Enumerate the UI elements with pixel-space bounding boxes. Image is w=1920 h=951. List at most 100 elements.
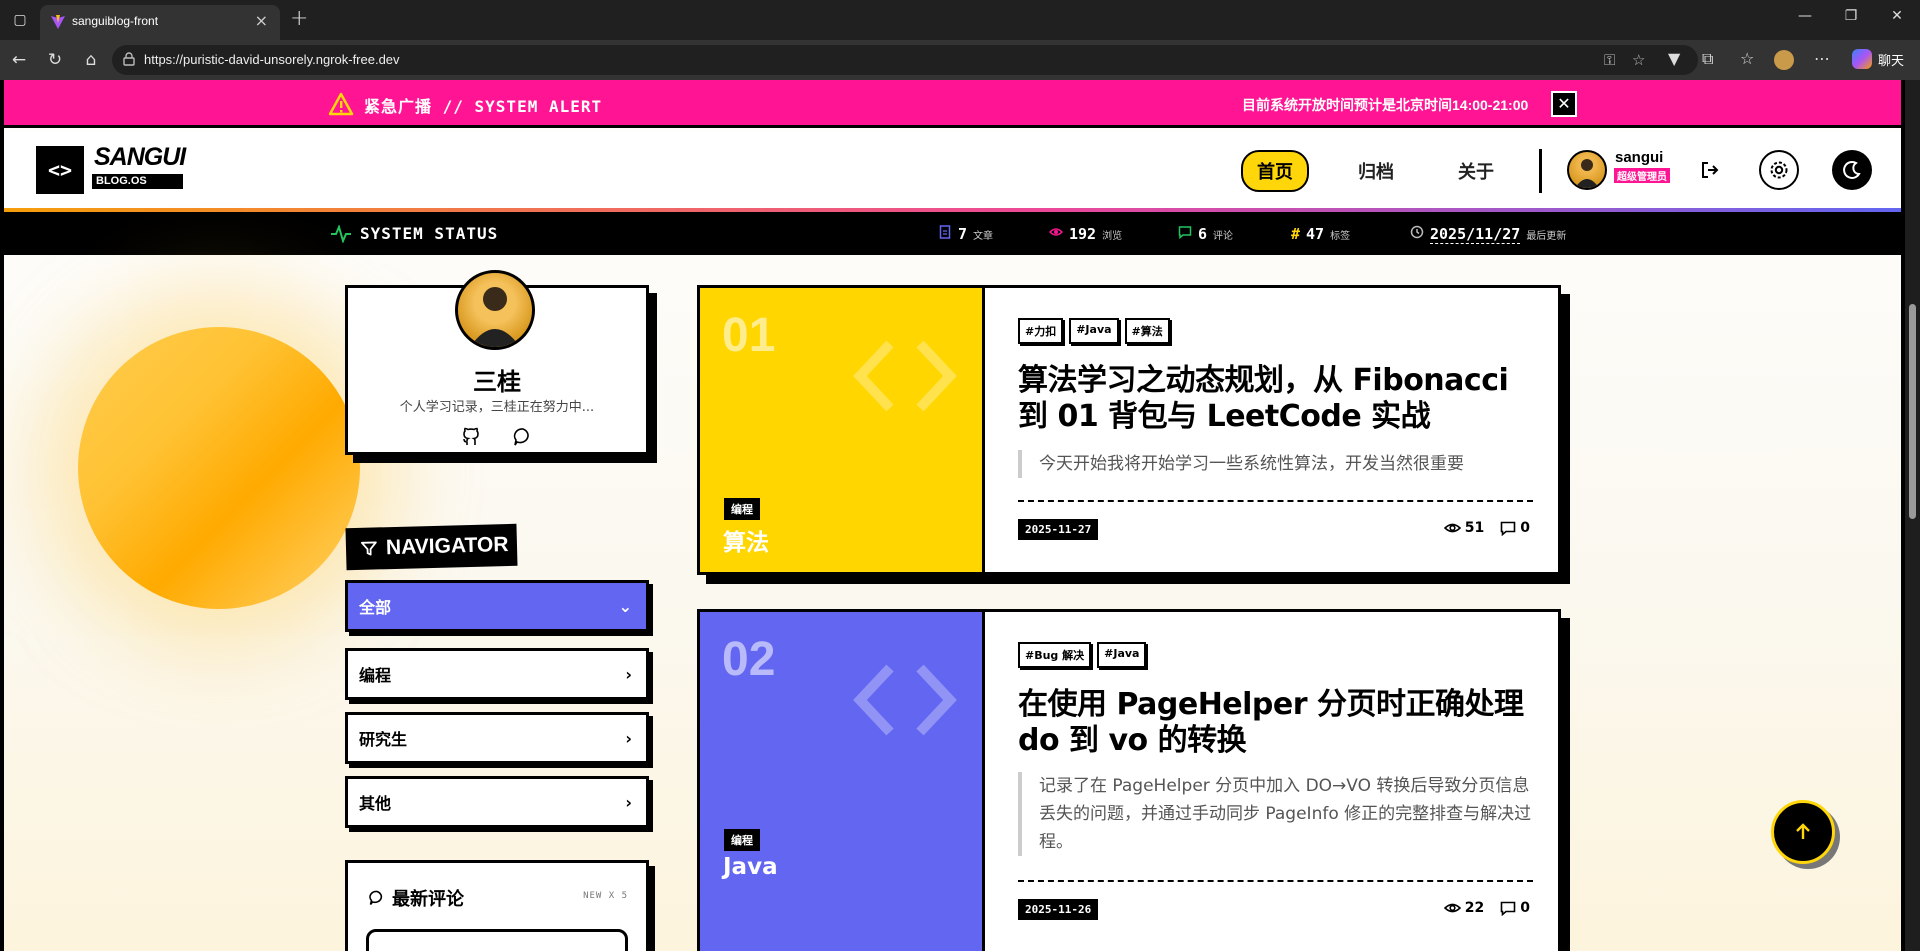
copilot-icon <box>1852 49 1872 69</box>
category-graduate[interactable]: 研究生 › <box>345 712 649 764</box>
lock-icon <box>123 52 135 66</box>
category-all[interactable]: 全部 ⌄ <box>345 580 649 632</box>
article-category-name: Java <box>723 854 778 880</box>
extension-icon[interactable]: ▼ <box>1668 49 1680 68</box>
category-other[interactable]: 其他 › <box>345 776 649 828</box>
article-card[interactable]: 01 编程 算法 #力扣 #Java #算法 算法学习之动态规划，从 Fibon… <box>697 285 1561 575</box>
back-icon[interactable]: ← <box>8 49 30 71</box>
profile-description: 个人学习记录，三桂正在努力中... <box>399 400 595 415</box>
github-icon[interactable] <box>460 426 482 448</box>
profile-card: 三桂 个人学习记录，三桂正在努力中... <box>345 270 649 455</box>
browser-tab[interactable]: sanguiblog-front × <box>40 5 280 40</box>
tag[interactable]: #Java <box>1097 642 1147 668</box>
back-to-top-button[interactable] <box>1771 800 1835 864</box>
user-avatar[interactable] <box>1567 150 1607 190</box>
vite-favicon-icon <box>51 15 65 29</box>
eye-icon <box>1443 523 1461 533</box>
tab-close-icon[interactable]: × <box>255 11 268 30</box>
stat-tags: # 47 标签 <box>1291 225 1350 243</box>
stat-value: 6 <box>1198 225 1208 243</box>
article-comments: 0 <box>1500 900 1530 916</box>
filter-icon <box>360 541 377 556</box>
profile-avatar-icon[interactable] <box>1774 50 1794 70</box>
status-title: SYSTEM STATUS <box>330 224 498 243</box>
chat-bubble-icon[interactable] <box>512 426 534 448</box>
logout-button[interactable] <box>1690 150 1730 190</box>
page-scrollbar[interactable] <box>1905 80 1920 951</box>
settings-button[interactable] <box>1759 150 1799 190</box>
tag[interactable]: #Bug 解决 <box>1018 642 1092 668</box>
scrollbar-thumb[interactable] <box>1909 304 1916 519</box>
article-cover: 02 编程 Java <box>700 612 985 951</box>
status-title-text: SYSTEM STATUS <box>360 224 499 243</box>
article-divider <box>1018 500 1533 502</box>
comment-item[interactable] <box>366 929 628 951</box>
code-brackets-icon <box>853 664 957 736</box>
nav-about[interactable]: 关于 <box>1458 158 1494 184</box>
refresh-icon[interactable]: ↻ <box>44 49 66 71</box>
tab-title: sanguiblog-front <box>72 14 159 28</box>
article-category-badge[interactable]: 编程 <box>724 829 760 851</box>
category-label: 其他 <box>359 794 392 813</box>
restore-icon[interactable]: ❐ <box>1836 8 1866 24</box>
user-name[interactable]: sangui <box>1615 149 1663 166</box>
code-brackets-icon <box>853 340 957 412</box>
alert-close-button[interactable]: ✕ <box>1551 91 1577 117</box>
stat-label: 浏览 <box>1102 231 1123 242</box>
article-views-count: 51 <box>1464 520 1485 536</box>
url-field[interactable]: https://puristic-david-unsorely.ngrok-fr… <box>112 45 1698 75</box>
minimize-icon[interactable]: — <box>1790 8 1820 24</box>
stat-label: 评论 <box>1213 231 1234 242</box>
article-excerpt: 今天开始我将开始学习一些系统性算法，开发当然很重要 <box>1018 450 1533 478</box>
tag[interactable]: #算法 <box>1124 318 1170 344</box>
profile-name: 三桂 <box>473 368 521 396</box>
address-bar-row: ← ↻ ⌂ https://puristic-david-unsorely.ng… <box>0 40 1920 80</box>
latest-comments-card: 最新评论 NEW X 5 <box>345 860 649 951</box>
article-number: 02 <box>722 633 776 686</box>
nav-archive[interactable]: 归档 <box>1358 158 1394 184</box>
profile-social-links <box>460 426 534 448</box>
stat-value: 7 <box>958 225 968 243</box>
category-label: 编程 <box>359 666 392 685</box>
tab-actions-icon[interactable]: ▢ <box>8 8 32 32</box>
avatar-person-icon <box>470 287 520 347</box>
comment-icon <box>1500 521 1516 536</box>
stat-articles: 7 文章 <box>938 225 993 243</box>
stat-value: 47 <box>1306 225 1325 243</box>
article-card[interactable]: 02 编程 Java #Bug 解决 #Java 在使用 PageHelper … <box>697 609 1561 951</box>
moon-icon <box>1843 161 1861 179</box>
stat-label: 最后更新 <box>1526 231 1567 242</box>
article-title[interactable]: 算法学习之动态规划，从 Fibonacci 到 01 背包与 LeetCode … <box>1018 363 1533 435</box>
comment-icon <box>1500 901 1516 916</box>
theme-toggle-button[interactable] <box>1832 150 1872 190</box>
article-cover: 01 编程 算法 <box>700 288 985 572</box>
logo-mark[interactable]: <> <box>36 146 84 194</box>
favorites-icon[interactable]: ☆ <box>1740 49 1754 68</box>
close-window-icon[interactable]: ✕ <box>1882 8 1912 24</box>
tag[interactable]: #力扣 <box>1018 318 1064 344</box>
article-category-badge[interactable]: 编程 <box>724 498 760 520</box>
decorative-sun <box>78 327 360 609</box>
alert-title: 紧急广播 // SYSTEM ALERT <box>364 97 603 116</box>
browser-tab-bar: ▢ sanguiblog-front × + — ❐ ✕ <box>0 0 1920 40</box>
comment-icon <box>1178 226 1192 239</box>
article-date: 2025-11-26 <box>1018 899 1099 920</box>
logo-name[interactable]: SANGUI <box>94 143 186 172</box>
nav-home[interactable]: 首页 <box>1241 150 1309 192</box>
category-label: 研究生 <box>359 730 408 749</box>
extensions-puzzle-icon[interactable]: ⧉ <box>1702 49 1713 69</box>
article-views: 22 <box>1443 900 1484 916</box>
more-options-icon[interactable]: ⋯ <box>1814 49 1830 68</box>
logo-subtitle: BLOG.OS <box>92 174 183 189</box>
tag[interactable]: #Java <box>1069 318 1119 344</box>
favorite-star-icon[interactable]: ☆ <box>1632 51 1645 69</box>
copilot-button[interactable]: 聊天 <box>1852 49 1904 69</box>
home-icon[interactable]: ⌂ <box>80 49 102 71</box>
key-icon[interactable]: ⚿ <box>1604 51 1615 69</box>
article-title[interactable]: 在使用 PageHelper 分页时正确处理 do 到 vo 的转换 <box>1018 687 1533 759</box>
category-programming[interactable]: 编程 › <box>345 648 649 700</box>
navigator-title: NAVIGATOR <box>345 523 518 571</box>
new-tab-icon[interactable]: + <box>290 6 308 31</box>
article-body: #力扣 #Java #算法 算法学习之动态规划，从 Fibonacci 到 01… <box>988 288 1558 572</box>
copilot-label: 聊天 <box>1878 53 1905 69</box>
